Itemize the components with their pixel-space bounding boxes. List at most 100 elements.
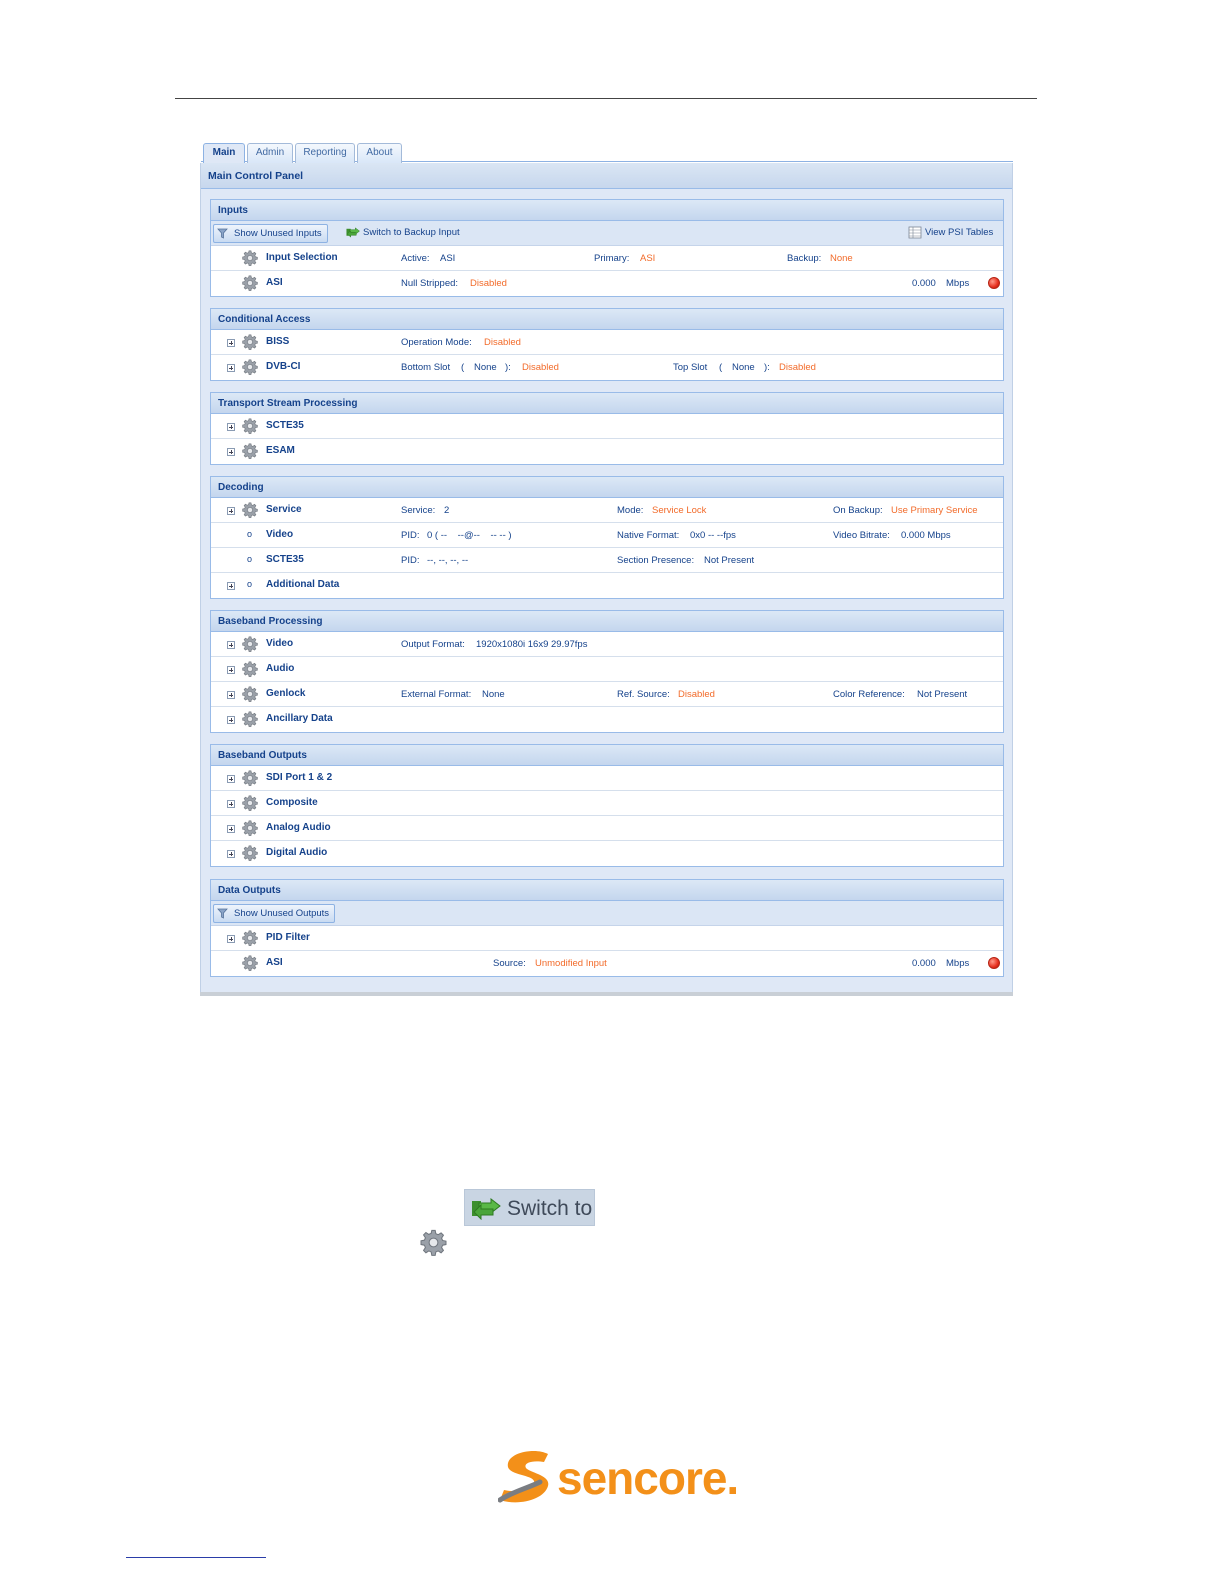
show-unused-inputs-label: Show Unused Inputs	[234, 228, 322, 239]
bullet-icon: o	[247, 554, 253, 564]
asi-output-row[interactable]: ASI Source: Unmodified Input 0.000 Mbps	[211, 951, 1003, 976]
digital-audio-row[interactable]: Digital Audio	[211, 841, 1003, 866]
inputs-section: Inputs Show Unused Inputs Switch to Back…	[210, 199, 1004, 297]
baseband-processing-section: Baseband Processing Video Output Format:…	[210, 610, 1004, 733]
expander-icon[interactable]	[227, 800, 235, 808]
gear-icon[interactable]	[242, 820, 258, 836]
top-slot-label: Top Slot	[673, 362, 708, 373]
expander-icon[interactable]	[227, 582, 235, 590]
view-psi-tables-button[interactable]: View PSI Tables	[905, 224, 993, 243]
expander-icon[interactable]	[227, 825, 235, 833]
gear-icon[interactable]	[242, 770, 258, 786]
bb-audio-row[interactable]: Audio	[211, 657, 1003, 682]
top-slot-value: Disabled	[779, 362, 816, 373]
row-name: Ancillary Data	[266, 713, 333, 724]
gear-icon[interactable]	[242, 443, 258, 459]
conditional-access-header: Conditional Access	[211, 309, 1003, 330]
genlock-row[interactable]: Genlock External Format: None Ref. Sourc…	[211, 682, 1003, 707]
expander-icon[interactable]	[227, 850, 235, 858]
analog-audio-row[interactable]: Analog Audio	[211, 816, 1003, 841]
paren-close: ):	[764, 362, 770, 373]
gear-icon[interactable]	[242, 930, 258, 946]
row-name: Additional Data	[266, 579, 340, 590]
data-outputs-section: Data Outputs Show Unused Outputs PID Fil…	[210, 879, 1004, 977]
service-row[interactable]: Service Service: 2 Mode: Service Lock On…	[211, 498, 1003, 523]
pid-label: PID:	[401, 530, 420, 541]
service-value: 2	[444, 505, 450, 516]
dvb-ci-row[interactable]: DVB-CI Bottom Slot ( None ): Disabled To…	[211, 355, 1003, 380]
tab-admin[interactable]: Admin	[247, 143, 293, 163]
tab-main[interactable]: Main	[203, 143, 245, 164]
gear-icon[interactable]	[242, 418, 258, 434]
status-red-icon	[988, 277, 1000, 289]
composite-row[interactable]: Composite	[211, 791, 1003, 816]
expander-icon[interactable]	[227, 448, 235, 456]
sdi-port-row[interactable]: SDI Port 1 & 2	[211, 766, 1003, 791]
row-name: BISS	[266, 336, 290, 347]
null-stripped-value: Disabled	[470, 278, 507, 289]
gear-icon[interactable]	[242, 502, 258, 518]
color-reference-label: Color Reference:	[833, 689, 905, 700]
baseband-processing-header: Baseband Processing	[211, 611, 1003, 632]
primary-value: ASI	[640, 253, 656, 264]
expander-icon[interactable]	[227, 641, 235, 649]
switch-to-button-image: Switch to	[464, 1189, 595, 1226]
operation-mode-label: Operation Mode:	[401, 337, 472, 348]
expander-icon[interactable]	[227, 775, 235, 783]
gear-icon[interactable]	[242, 955, 258, 971]
panel-title: Main Control Panel	[201, 163, 1012, 189]
paren-close: ):	[505, 362, 511, 373]
switch-icon	[471, 1198, 501, 1220]
tab-reporting[interactable]: Reporting	[295, 143, 355, 163]
switch-backup-button[interactable]: Switch to Backup Input	[343, 224, 460, 243]
input-selection-row[interactable]: Input Selection Active: ASI Primary: ASI…	[211, 246, 1003, 271]
footer-link-underline	[126, 1557, 266, 1558]
esam-row[interactable]: ESAM	[211, 439, 1003, 464]
scte35-row[interactable]: SCTE35	[211, 414, 1003, 439]
bitrate-unit: Mbps	[946, 278, 970, 289]
expander-icon[interactable]	[227, 666, 235, 674]
gear-icon[interactable]	[242, 686, 258, 702]
source-value: Unmodified Input	[535, 958, 607, 969]
funnel-icon	[217, 228, 228, 239]
row-name: Analog Audio	[266, 822, 331, 833]
status-red-icon	[988, 957, 1000, 969]
decoding-scte35-row[interactable]: o SCTE35 PID: --, --, --, -- Section Pre…	[211, 548, 1003, 573]
tab-about[interactable]: About	[357, 143, 402, 163]
expander-icon[interactable]	[227, 935, 235, 943]
output-format-label: Output Format:	[401, 639, 465, 650]
gear-icon[interactable]	[242, 359, 258, 375]
gear-icon[interactable]	[242, 661, 258, 677]
row-name: Input Selection	[266, 252, 338, 263]
pid-value: 0 ( -- --@-- -- -- )	[427, 530, 512, 541]
biss-row[interactable]: BISS Operation Mode: Disabled	[211, 330, 1003, 355]
decoding-video-row[interactable]: o Video PID: 0 ( -- --@-- -- -- ) Native…	[211, 523, 1003, 548]
additional-data-row[interactable]: o Additional Data	[211, 573, 1003, 598]
source-label: Source:	[493, 958, 526, 969]
show-unused-outputs-button[interactable]: Show Unused Outputs	[213, 904, 336, 923]
row-name: PID Filter	[266, 932, 310, 943]
video-bitrate-value: 0.000 Mbps	[901, 530, 951, 541]
gear-icon[interactable]	[242, 711, 258, 727]
gear-icon[interactable]	[242, 636, 258, 652]
row-name: ASI	[266, 957, 283, 968]
gear-icon[interactable]	[242, 275, 258, 291]
pid-filter-row[interactable]: PID Filter	[211, 926, 1003, 951]
view-psi-tables-label: View PSI Tables	[925, 227, 994, 238]
gear-icon[interactable]	[242, 334, 258, 350]
expander-icon[interactable]	[227, 691, 235, 699]
gear-icon[interactable]	[242, 795, 258, 811]
ancillary-data-row[interactable]: Ancillary Data	[211, 707, 1003, 732]
mode-label: Mode:	[617, 505, 644, 516]
expander-icon[interactable]	[227, 507, 235, 515]
gear-icon[interactable]	[242, 845, 258, 861]
expander-icon[interactable]	[227, 339, 235, 347]
asi-input-row[interactable]: ASI Null Stripped: Disabled 0.000 Mbps	[211, 271, 1003, 296]
expander-icon[interactable]	[227, 364, 235, 372]
bb-video-row[interactable]: Video Output Format: 1920x1080i 16x9 29.…	[211, 632, 1003, 657]
gear-icon[interactable]	[242, 250, 258, 266]
operation-mode-value: Disabled	[484, 337, 521, 348]
show-unused-inputs-button[interactable]: Show Unused Inputs	[213, 224, 328, 243]
expander-icon[interactable]	[227, 716, 235, 724]
expander-icon[interactable]	[227, 423, 235, 431]
